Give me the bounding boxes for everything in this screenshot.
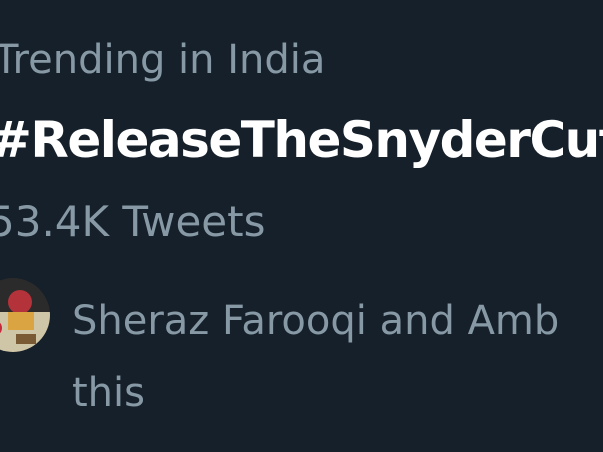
social-context-text-continued: this bbox=[72, 370, 145, 416]
trend-item[interactable]: Trending in India #ReleaseTheSnyderCut 5… bbox=[0, 0, 603, 452]
user-avatar-icon bbox=[0, 278, 50, 352]
trend-context-label: Trending in India bbox=[0, 37, 326, 83]
tweet-count: 53.4K Tweets bbox=[0, 197, 266, 246]
social-context-text: Sheraz Farooqi and Amb bbox=[72, 298, 560, 344]
avatar[interactable] bbox=[0, 278, 50, 352]
trend-hashtag[interactable]: #ReleaseTheSnyderCut bbox=[0, 110, 603, 170]
